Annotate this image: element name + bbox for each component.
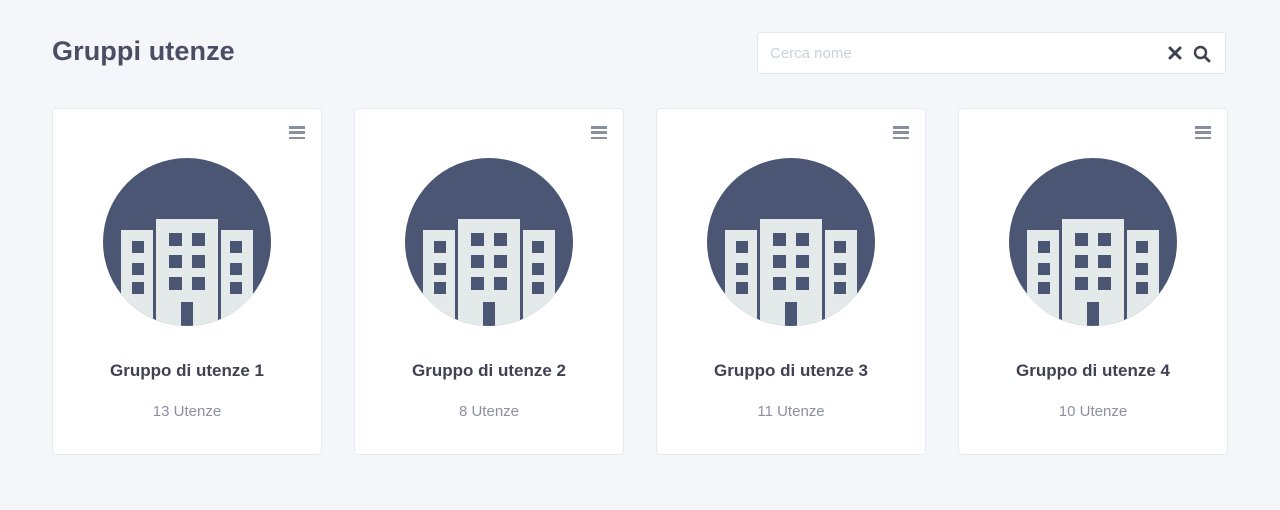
- group-card[interactable]: Gruppo di utenze 4 10 Utenze: [958, 108, 1228, 455]
- close-icon[interactable]: [1167, 45, 1183, 61]
- search-box: [757, 32, 1226, 74]
- page: Gruppi utenze Cerca nome Gruppo di utenz…: [0, 0, 1280, 510]
- menu-icon[interactable]: [1195, 126, 1211, 140]
- menu-icon[interactable]: [289, 126, 305, 140]
- search-icon[interactable]: [1193, 45, 1211, 63]
- group-card[interactable]: Gruppo di utenze 3 11 Utenze: [656, 108, 926, 455]
- group-name[interactable]: Gruppo di utenze 1: [53, 361, 321, 381]
- building-icon: [707, 158, 875, 326]
- group-user-count: 11 Utenze: [757, 403, 825, 420]
- search-input[interactable]: [758, 33, 1153, 73]
- group-name[interactable]: Gruppo di utenze 4: [959, 361, 1227, 381]
- group-user-count: 13 Utenze: [152, 403, 222, 420]
- menu-icon[interactable]: [893, 126, 909, 140]
- group-name[interactable]: Gruppo di utenze 3: [657, 361, 925, 381]
- group-user-count: 8 Utenze: [458, 403, 520, 420]
- group-user-count: 10 Utenze: [1058, 403, 1128, 420]
- group-name[interactable]: Gruppo di utenze 2: [355, 361, 623, 381]
- group-card-list: Gruppo di utenze 1 13 Utenze Gruppo di u…: [52, 108, 1228, 455]
- building-icon: [103, 158, 271, 326]
- group-card[interactable]: Gruppo di utenze 2 8 Utenze: [354, 108, 624, 455]
- group-card[interactable]: Gruppo di utenze 1 13 Utenze: [52, 108, 322, 455]
- building-icon: [405, 158, 573, 326]
- page-title: Gruppi utenze: [52, 36, 235, 66]
- menu-icon[interactable]: [591, 126, 607, 140]
- building-icon: [1009, 158, 1177, 326]
